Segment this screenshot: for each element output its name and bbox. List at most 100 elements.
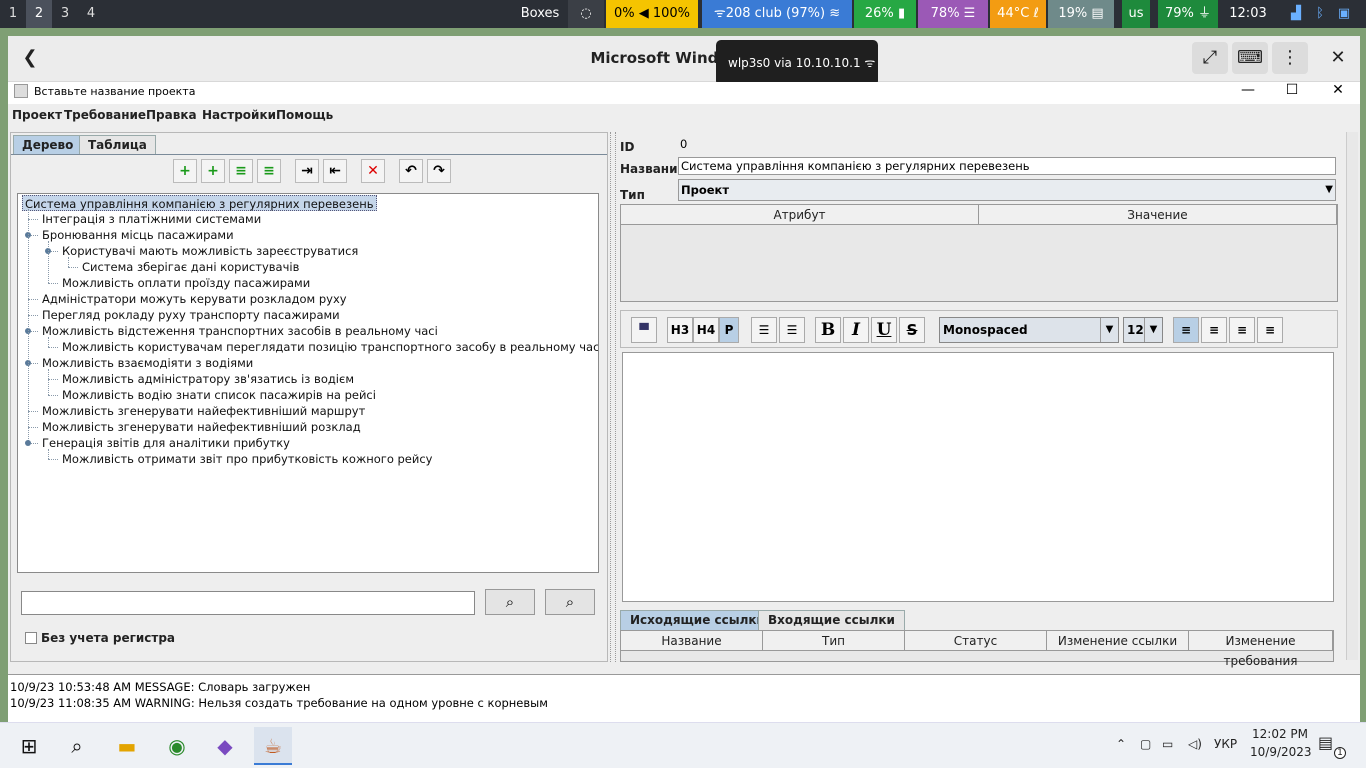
cpu-indicator[interactable]: 26% ▮ <box>854 0 916 28</box>
h4-button[interactable]: H4 <box>693 317 719 343</box>
menu-dots-icon[interactable]: ⋮ <box>1272 42 1308 74</box>
table-icon[interactable]: ▀ <box>631 317 657 343</box>
boxes-label[interactable]: Boxes <box>512 0 568 28</box>
undo-icon[interactable]: ↶ <box>399 159 423 183</box>
add-sibling-icon[interactable]: + <box>201 159 225 183</box>
menu-requirement[interactable]: Требование <box>64 108 146 122</box>
type-select[interactable]: Проект ▼ <box>678 179 1336 201</box>
add-child-icon[interactable]: + <box>173 159 197 183</box>
disk-indicator[interactable]: 19% ▤ <box>1048 0 1114 28</box>
tree-node[interactable]: Можливість взаємодіяти з водіями <box>42 355 253 371</box>
search-prev-icon[interactable]: ⌕ <box>545 589 595 615</box>
tray-time[interactable]: 12:02 PM <box>1252 727 1308 741</box>
paragraph-button[interactable]: P <box>719 317 739 343</box>
tray-device-icon[interactable]: ▢ <box>1140 737 1151 751</box>
indent-icon[interactable]: ⇥ <box>295 159 319 183</box>
menu-project[interactable]: Проект <box>12 108 62 122</box>
redo-icon[interactable]: ↷ <box>427 159 451 183</box>
signal-icon[interactable]: ▟ <box>1286 0 1306 28</box>
visual-studio-icon[interactable]: ◆ <box>206 727 244 765</box>
tray-network-icon[interactable]: ▭ <box>1162 737 1173 751</box>
volume-indicator[interactable]: 0% ◀ 100% <box>606 0 698 28</box>
workspace-2[interactable]: 2 <box>26 0 52 28</box>
wifi-indicator[interactable]: ᯤ208 club (97%) ≋ <box>702 0 852 28</box>
bold-button[interactable]: B <box>815 317 841 343</box>
h3-button[interactable]: H3 <box>667 317 693 343</box>
align-right-icon[interactable]: ≡ <box>1201 317 1227 343</box>
tree-node[interactable]: Можливість відстеження транспортних засо… <box>42 323 438 339</box>
workspace-1[interactable]: 1 <box>0 0 26 28</box>
links-header-link-change[interactable]: Изменение ссылки <box>1047 631 1189 651</box>
menu-help[interactable]: Помощь <box>276 108 333 122</box>
close-icon[interactable]: ✕ <box>1320 42 1356 74</box>
tab-tree[interactable]: Дерево <box>13 135 83 155</box>
fullscreen-icon[interactable]: ⤢ <box>1192 42 1228 74</box>
delete-icon[interactable]: ✕ <box>361 159 385 183</box>
clock[interactable]: 12:03 <box>1222 0 1274 28</box>
file-explorer-icon[interactable]: ▬ <box>108 727 146 765</box>
align-left-icon[interactable]: ≡ <box>1173 317 1199 343</box>
name-field[interactable]: Система управління компанією з регулярни… <box>678 157 1336 175</box>
bluetooth-icon[interactable]: ᛒ <box>1310 0 1330 28</box>
checkbox-icon[interactable] <box>25 632 37 644</box>
tray-date[interactable]: 10/9/2023 <box>1250 745 1312 759</box>
tray-language[interactable]: УКР <box>1214 737 1237 751</box>
insert-below-icon[interactable]: ≡ <box>257 159 281 183</box>
italic-button[interactable]: I <box>843 317 869 343</box>
temperature-indicator[interactable]: 44°C ℓ <box>990 0 1046 28</box>
size-select[interactable]: 12 ▼ <box>1123 317 1163 343</box>
underline-button[interactable]: U <box>871 317 897 343</box>
description-editor[interactable] <box>622 352 1334 602</box>
ordered-list-icon[interactable]: ☰ <box>751 317 777 343</box>
tree-node[interactable]: Система управління компанією з регулярни… <box>22 195 377 211</box>
menu-edit[interactable]: Правка <box>146 108 197 122</box>
search-input[interactable] <box>21 591 475 615</box>
tree-node[interactable]: Можливість водію знати список пасажирів … <box>62 387 376 403</box>
chrome-icon[interactable]: ◉ <box>158 727 196 765</box>
attributes-table[interactable]: Атрибут Значение <box>620 204 1338 302</box>
tree-node[interactable]: Можливість користувачам переглядати пози… <box>62 339 598 355</box>
tray-volume-icon[interactable]: ◁) <box>1188 737 1202 751</box>
tree-node[interactable]: Генерація звітів для аналітики прибутку <box>42 435 290 451</box>
links-header-status[interactable]: Статус <box>905 631 1047 651</box>
maximize-icon[interactable]: ☐ <box>1272 82 1312 100</box>
links-header-name[interactable]: Название <box>621 631 763 651</box>
tree-node[interactable]: Можливість адміністратору зв'язатись із … <box>62 371 354 387</box>
tree-node[interactable]: Система зберігає дані користувачів <box>82 259 299 275</box>
tray-chevron-up-icon[interactable]: ⌃ <box>1116 737 1126 751</box>
tree-node[interactable]: Бронювання місць пасажирами <box>42 227 234 243</box>
tree-node[interactable]: Адміністратори можуть керувати розкладом… <box>42 291 347 307</box>
tab-table[interactable]: Таблица <box>79 135 156 155</box>
battery-indicator[interactable]: 79% ⏚ <box>1158 0 1218 28</box>
java-app-icon[interactable]: ☕ <box>254 727 292 765</box>
keyboard-layout[interactable]: us <box>1122 0 1150 28</box>
display-icon[interactable]: ▣ <box>1334 0 1354 28</box>
memory-indicator[interactable]: 78% ☰ <box>918 0 988 28</box>
requirements-tree[interactable]: Система управління компанією з регулярни… <box>17 193 599 573</box>
font-select[interactable]: Monospaced ▼ <box>939 317 1119 343</box>
align-center-icon[interactable]: ≡ <box>1257 317 1283 343</box>
window-close-icon[interactable]: ✕ <box>1318 82 1358 100</box>
tree-node[interactable]: Перегляд рокладу руху транспорту пасажир… <box>42 307 340 323</box>
tree-node[interactable]: Інтеграція з платіжними системами <box>42 211 261 227</box>
split-divider[interactable] <box>610 132 616 662</box>
notification-icon[interactable]: ▤ <box>1318 733 1333 752</box>
attr-header-value[interactable]: Значение <box>979 205 1337 225</box>
tree-node[interactable]: Користувачі мають можливість зареєструва… <box>62 243 358 259</box>
search-next-icon[interactable]: ⌕ <box>485 589 535 615</box>
links-header-req-change[interactable]: Изменение требования <box>1189 631 1333 668</box>
links-header-type[interactable]: Тип <box>763 631 905 651</box>
tree-node[interactable]: Можливість отримати звіт про прибутковіс… <box>62 451 433 467</box>
keyboard-icon[interactable]: ⌨ <box>1232 42 1268 74</box>
vertical-scrollbar[interactable] <box>1346 132 1358 660</box>
bullet-list-icon[interactable]: ☰ <box>779 317 805 343</box>
outdent-icon[interactable]: ⇤ <box>323 159 347 183</box>
tree-expand-handle[interactable] <box>25 440 31 446</box>
tree-node[interactable]: Можливість оплати проїзду пасажирами <box>62 275 310 291</box>
tree-node[interactable]: Можливість згенерувати найефективніший м… <box>42 403 365 419</box>
insert-above-icon[interactable]: ≡ <box>229 159 253 183</box>
tab-outgoing-links[interactable]: Исходящие ссылки <box>620 610 775 630</box>
case-insensitive-checkbox[interactable]: Без учета регистра <box>25 631 175 645</box>
workspace-4[interactable]: 4 <box>78 0 104 28</box>
align-justify-icon[interactable]: ≡ <box>1229 317 1255 343</box>
